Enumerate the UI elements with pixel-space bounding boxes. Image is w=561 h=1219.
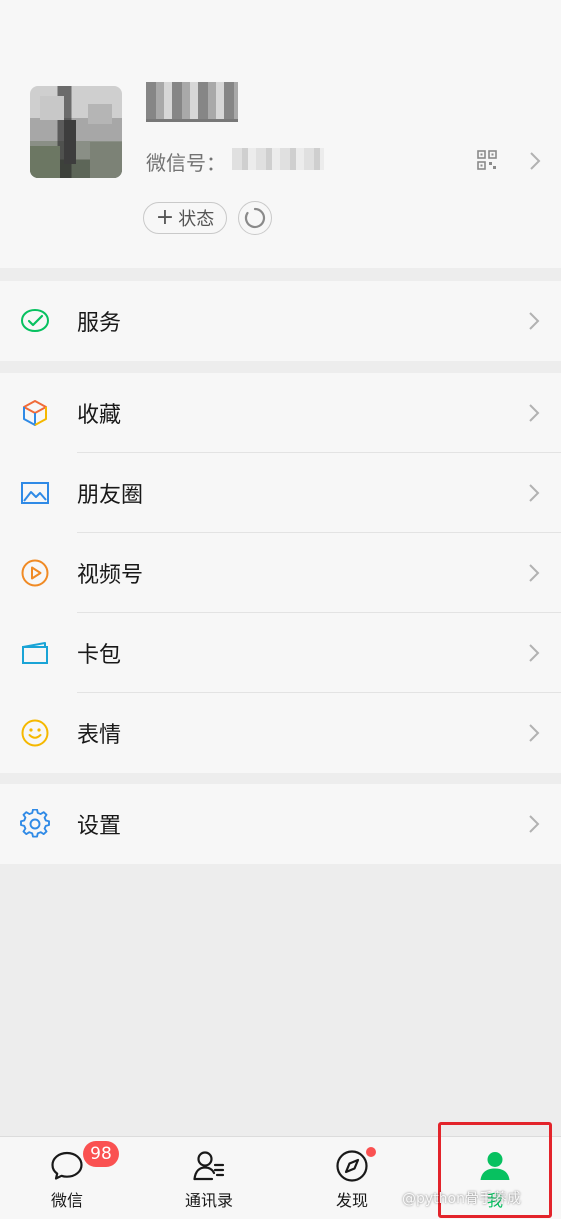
menu-item-label: 表情 — [77, 723, 122, 748]
status-history-button[interactable] — [238, 201, 272, 235]
menu-item-channels[interactable]: 视频号 — [0, 533, 561, 613]
menu-group-main: 收藏 朋友圈 视频号 卡包 表情 — [0, 373, 561, 773]
tab-discover[interactable]: 发现 — [292, 1137, 412, 1219]
menu-group-settings: 设置 — [0, 784, 561, 864]
menu-item-label: 卡包 — [77, 643, 122, 668]
avatar[interactable] — [30, 86, 122, 178]
menu-item-moments[interactable]: 朋友圈 — [0, 453, 561, 533]
menu-item-label: 视频号 — [77, 563, 144, 588]
qr-code-icon[interactable] — [477, 150, 497, 170]
unread-badge: 98 — [83, 1141, 119, 1167]
chevron-right-icon — [529, 644, 540, 662]
menu-item-stickers[interactable]: 表情 — [0, 693, 561, 773]
menu-item-label: 朋友圈 — [77, 483, 144, 508]
moments-image-icon — [21, 482, 49, 504]
smiley-icon — [21, 719, 49, 747]
tab-contacts[interactable]: 通讯录 — [149, 1137, 269, 1219]
menu-item-favorites[interactable]: 收藏 — [0, 373, 561, 453]
chevron-right-icon — [529, 564, 540, 582]
compass-icon — [336, 1150, 368, 1182]
chevron-right-icon — [529, 404, 540, 422]
card-wallet-icon — [22, 642, 48, 664]
wechat-id-label: 微信号： — [146, 151, 226, 175]
nickname-blurred — [146, 82, 238, 122]
contacts-icon — [193, 1151, 225, 1181]
channels-play-icon — [21, 559, 49, 587]
chevron-right-icon — [529, 312, 540, 330]
services-icon — [20, 308, 50, 333]
chevron-right-icon[interactable] — [527, 150, 543, 172]
favorites-cube-icon — [23, 400, 47, 426]
plus-icon: + — [155, 205, 175, 230]
menu-item-settings[interactable]: 设置 — [0, 784, 561, 864]
menu-item-label: 收藏 — [77, 403, 122, 428]
tab-label: 通讯录 — [184, 1191, 233, 1210]
tab-label: 发现 — [335, 1191, 368, 1210]
wechat-id-blurred — [232, 148, 324, 170]
chat-bubble-icon — [51, 1151, 83, 1180]
add-status-button[interactable]: + 状态 — [143, 202, 227, 234]
chevron-right-icon — [529, 724, 540, 742]
menu-item-cards[interactable]: 卡包 — [0, 613, 561, 693]
chevron-right-icon — [529, 815, 540, 833]
menu-item-label: 服务 — [77, 311, 122, 336]
circle-status-icon — [244, 207, 266, 229]
menu-item-label: 设置 — [77, 814, 122, 839]
tab-label: 微信 — [50, 1191, 83, 1210]
menu-group-services: 服务 — [0, 281, 561, 361]
new-moments-dot — [366, 1147, 376, 1157]
status-button-label: 状态 — [178, 209, 215, 230]
gear-icon — [20, 809, 50, 838]
tab-chats[interactable]: 微信 98 — [7, 1137, 127, 1219]
watermark: @python骨手养成 — [402, 1191, 521, 1207]
menu-item-services[interactable]: 服务 — [0, 281, 561, 361]
profile-header[interactable]: 微信号： + 状态 — [0, 0, 561, 268]
chevron-right-icon — [529, 484, 540, 502]
